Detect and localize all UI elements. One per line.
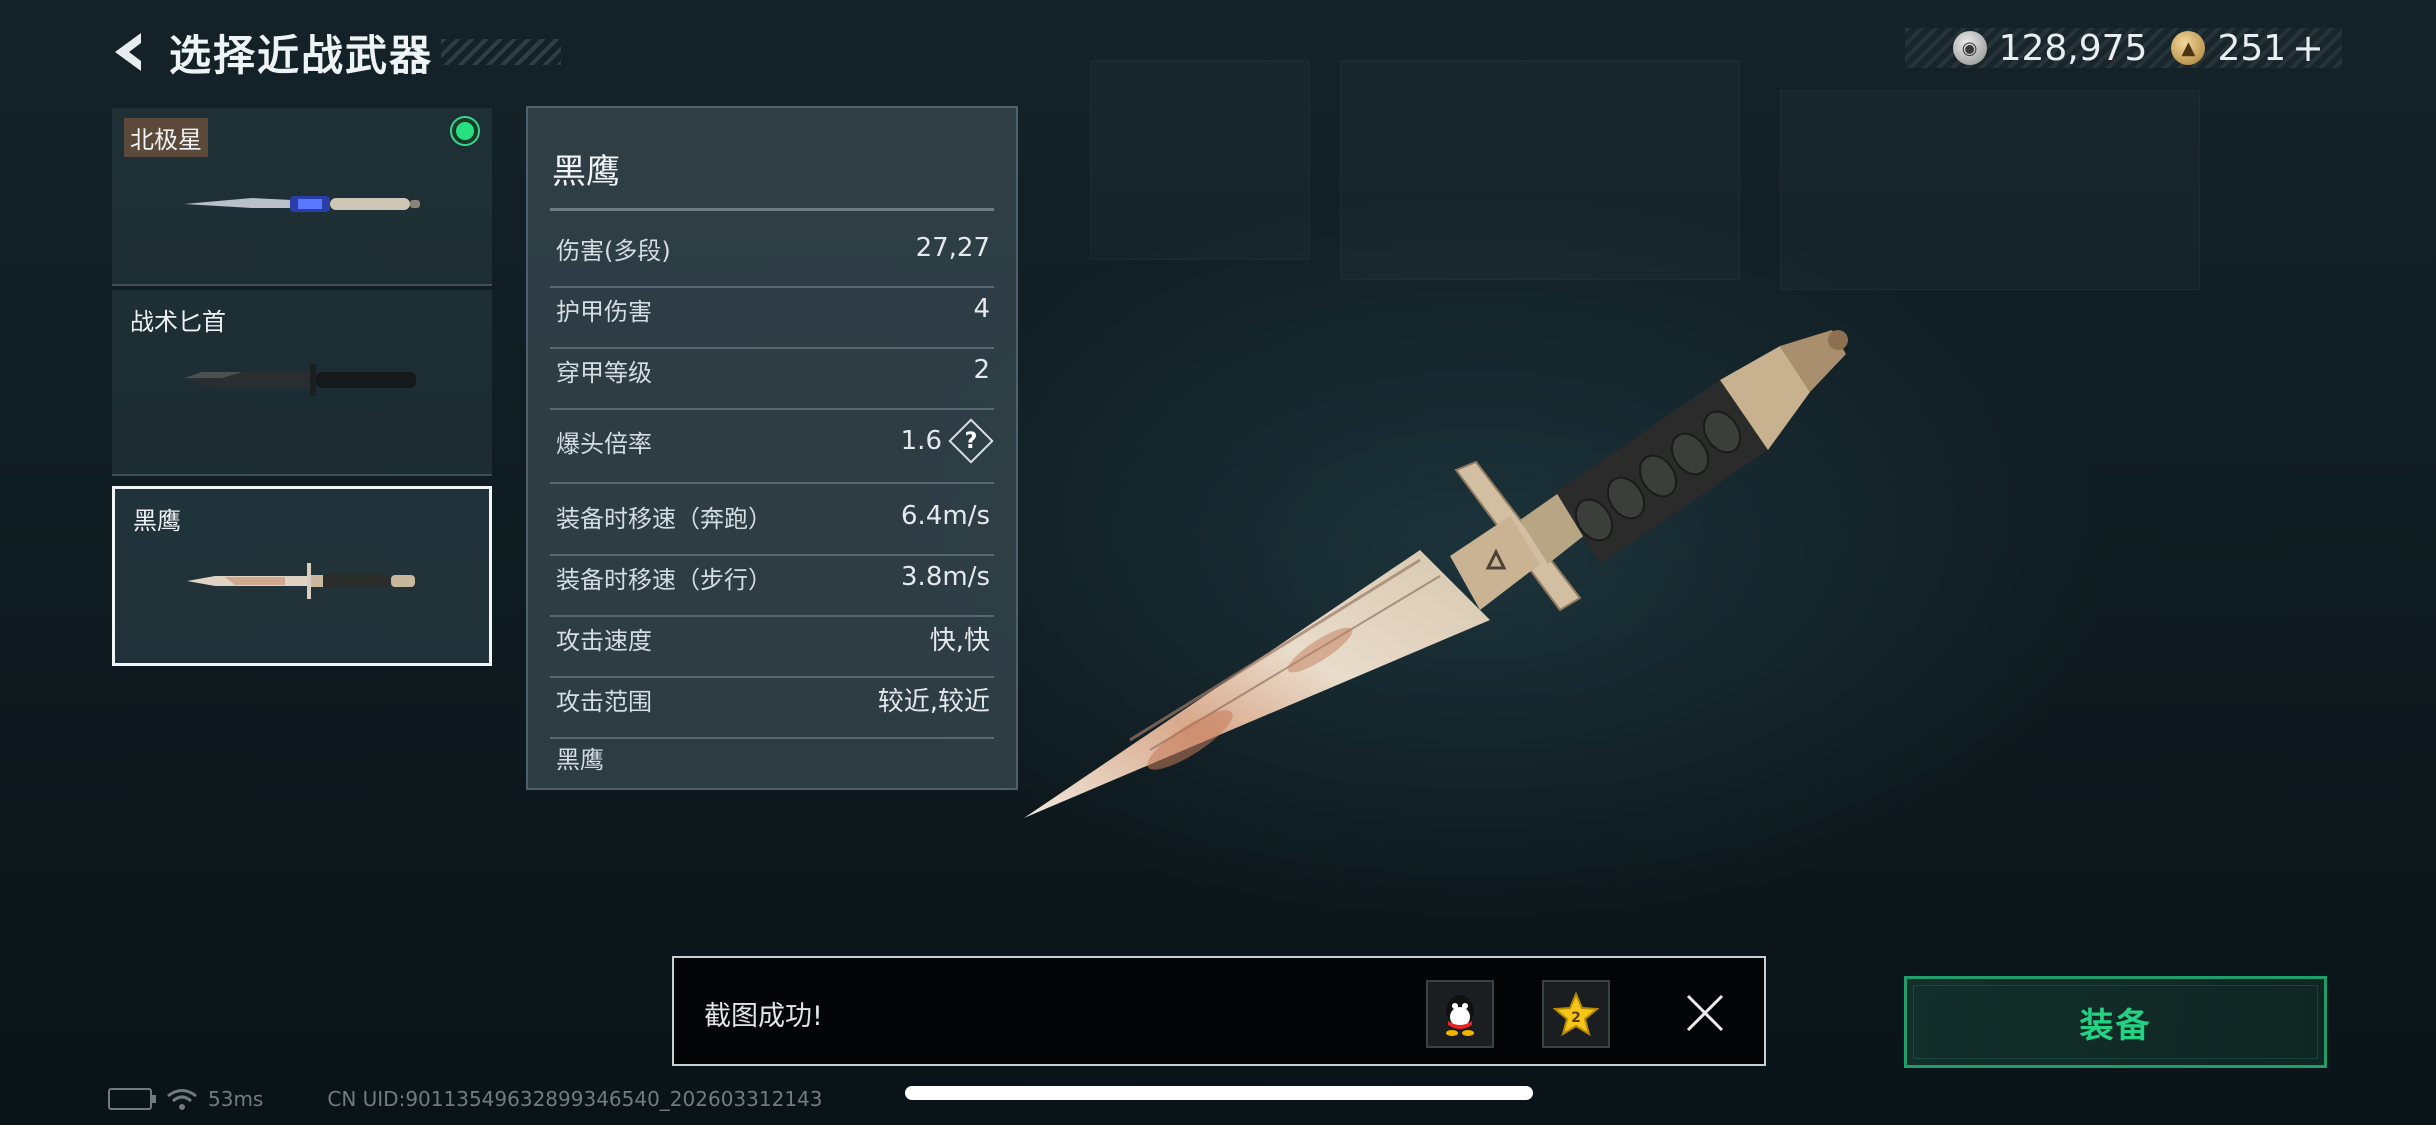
screenshot-toast: 截图成功! 2 [672, 956, 1766, 1066]
currency-bar: ◉ 128,975 ▲ 251 + [1905, 26, 2342, 70]
page-title: 选择近战武器 [169, 30, 434, 80]
stat-value: 2 [973, 355, 990, 385]
stats-title: 黑鹰 [552, 152, 620, 192]
stat-value: 6.4m/s [901, 501, 990, 531]
equipped-indicator-icon [450, 116, 480, 146]
help-icon[interactable]: ? [952, 422, 990, 460]
background-panel [1340, 60, 1740, 280]
equip-button[interactable]: 装备 [1904, 976, 2327, 1068]
share-qq-button[interactable] [1426, 980, 1494, 1048]
stat-row-headshot: 爆头倍率 1.6 ? [550, 418, 994, 484]
share-qzone-button[interactable]: 2 [1542, 980, 1610, 1048]
back-icon[interactable] [105, 24, 149, 80]
knife-thumbnail-black-hawk [187, 563, 415, 599]
stat-label: 装备时移速（奔跑） [556, 504, 772, 533]
weapon-name: 战术匕首 [130, 308, 226, 336]
silver-coin-icon: ◉ [1952, 31, 1987, 65]
stats-footer: 黑鹰 [556, 746, 604, 774]
gold-coin-icon: ▲ [2171, 31, 2206, 65]
add-currency-button[interactable]: + [2292, 26, 2324, 70]
weapon-name: 北极星 [124, 118, 208, 157]
stat-label: 护甲伤害 [556, 297, 652, 326]
svg-text:2: 2 [1571, 1010, 1581, 1026]
player-uid: CN UID:90113549632899346540_202603312143 [327, 1087, 823, 1111]
stat-row-armor-damage: 护甲伤害 4 [550, 289, 994, 349]
silver-amount: 128,975 [1998, 27, 2148, 69]
stat-row-run-speed: 装备时移速（奔跑） 6.4m/s [550, 496, 994, 556]
stat-value: 较近,较近 [877, 686, 990, 717]
weapon-stats-panel: 黑鹰 伤害(多段) 27,27 护甲伤害 4 穿甲等级 2 爆头倍率 1.6 ?… [526, 106, 1018, 790]
stat-label: 攻击范围 [556, 687, 652, 716]
background-panel [1090, 60, 1310, 260]
gold-amount: 251 [2217, 27, 2287, 69]
page-header: 选择近战武器 [105, 24, 562, 80]
stat-row-attack-range: 攻击范围 较近,较近 [550, 679, 994, 739]
close-icon[interactable] [1682, 990, 1728, 1036]
background-panel [1780, 90, 2200, 290]
title-decoration [441, 39, 562, 65]
toast-message: 截图成功! [704, 1001, 823, 1032]
weapon-card-tactical-dagger[interactable]: 战术匕首 [112, 290, 492, 476]
stat-value: 3.8m/s [901, 562, 990, 592]
qzone-star-icon: 2 [1553, 991, 1599, 1037]
stat-value: 4 [973, 294, 990, 324]
weapon-card-polaris[interactable]: 北极星 [112, 108, 492, 286]
divider [550, 208, 994, 211]
qq-icon [1446, 995, 1474, 1036]
stat-row-walk-speed: 装备时移速（步行） 3.8m/s [550, 557, 994, 617]
stat-value-wrap: 1.6 ? [901, 422, 990, 460]
stat-value: 1.6 [900, 426, 942, 456]
weapon-name: 黑鹰 [133, 507, 181, 535]
status-bar: 53ms CN UID:90113549632899346540_2026033… [108, 1086, 823, 1112]
battery-icon [108, 1088, 156, 1110]
stat-row-attack-speed: 攻击速度 快,快 [550, 618, 994, 678]
home-indicator[interactable] [905, 1086, 1533, 1100]
stat-label: 攻击速度 [556, 626, 652, 655]
stat-label: 装备时移速（步行） [556, 565, 772, 594]
stat-value: 27,27 [915, 233, 990, 263]
knife-thumbnail-tactical [184, 364, 416, 396]
wifi-icon [167, 1089, 197, 1110]
weapon-card-black-hawk[interactable]: 黑鹰 [112, 486, 492, 666]
stat-label: 爆头倍率 [556, 429, 652, 458]
ping-readout: 53ms [208, 1087, 264, 1111]
knife-thumbnail-polaris [184, 196, 420, 212]
stat-label: 穿甲等级 [556, 358, 652, 387]
stat-label: 伤害(多段) [556, 236, 671, 265]
help-glyph: ? [964, 428, 978, 454]
stat-value: 快,快 [929, 625, 990, 656]
stat-row-damage: 伤害(多段) 27,27 [550, 228, 994, 288]
stat-row-penetration: 穿甲等级 2 [550, 350, 994, 410]
knife-model-preview [1024, 330, 1848, 818]
equip-button-label: 装备 [2079, 1005, 2152, 1046]
